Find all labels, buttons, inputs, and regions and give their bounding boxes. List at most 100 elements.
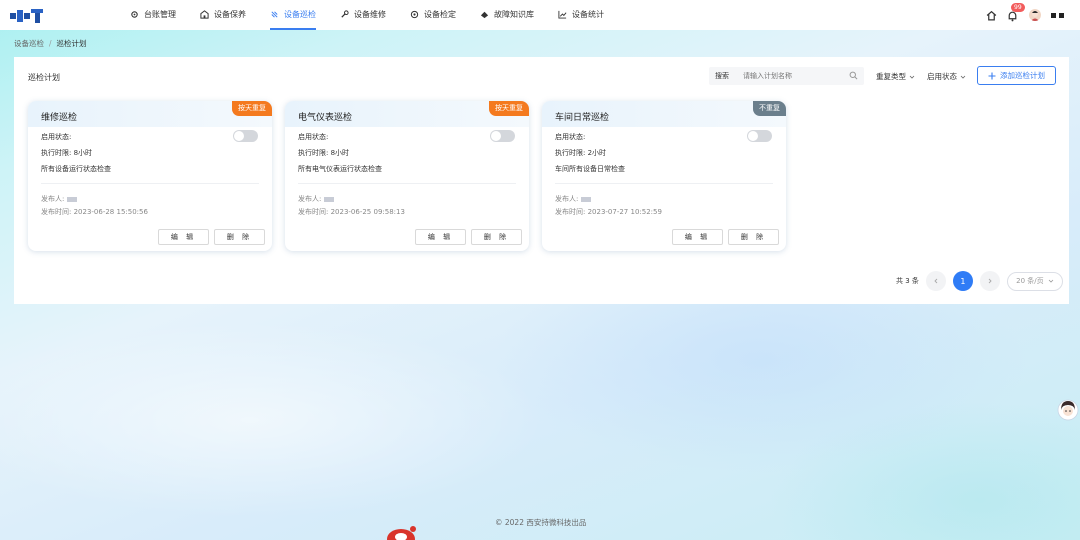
- repeat-tag: 不重复: [753, 101, 786, 116]
- edit-button[interactable]: 编 辑: [672, 229, 723, 245]
- patrol-plan-card: 车间日常巡检 不重复 启用状态: 执行时限: 2小时 车间所有设备日常检查 发布…: [542, 101, 786, 251]
- main-menu: 台账管理 设备保养 设备巡检 设备维修 设备检定 故障知识库 设备统计: [130, 0, 628, 30]
- nav-label: 设备维修: [354, 9, 386, 19]
- search-box: 搜索: [709, 67, 864, 85]
- pagination: 共 3 条 1 20 条/页: [896, 271, 1063, 291]
- delete-button[interactable]: 删 除: [728, 229, 779, 245]
- status-filter[interactable]: 启用状态: [927, 71, 966, 82]
- total-count: 共 3 条: [896, 277, 919, 285]
- user-name-redacted[interactable]: [1051, 12, 1064, 18]
- publisher-label: 发布人:: [298, 195, 322, 203]
- status-filter-label: 启用状态: [927, 72, 957, 81]
- nav-item-ledger[interactable]: 台账管理: [130, 0, 176, 30]
- nav-item-fault-knowledge[interactable]: 故障知识库: [480, 0, 534, 30]
- page-size-select[interactable]: 20 条/页: [1006, 271, 1063, 291]
- repeat-type-filter[interactable]: 重复类型: [876, 71, 915, 82]
- publish-time: 发布时间: 2023-07-27 10:52:59: [555, 208, 662, 216]
- nav-item-repair[interactable]: 设备维修: [340, 0, 386, 30]
- delete-button[interactable]: 删 除: [471, 229, 522, 245]
- plus-icon: [988, 72, 996, 79]
- mascot-icon: [387, 526, 416, 540]
- publisher-name-redacted: [324, 196, 335, 202]
- assistant-avatar-icon[interactable]: [1057, 398, 1079, 422]
- chart-icon: [558, 10, 567, 19]
- status-label: 启用状态:: [41, 133, 72, 141]
- card-header: 维修巡检 按天重复: [28, 101, 272, 127]
- wrench-icon: [341, 9, 349, 18]
- time-limit: 执行时限: 2小时: [555, 149, 607, 157]
- background-decoration: [0, 300, 1080, 540]
- publish-time: 发布时间: 2023-06-25 09:58:13: [298, 208, 405, 216]
- time-limit: 执行时限: 8小时: [298, 149, 350, 157]
- card-header: 电气仪表巡检 按天重复: [285, 101, 529, 127]
- patrol-icon: [271, 10, 278, 18]
- patrol-plan-card: 电气仪表巡检 按天重复 启用状态: 执行时限: 8小时 所有电气仪表运行状态检查…: [285, 101, 529, 251]
- nav-label: 设备巡检: [284, 9, 316, 19]
- publisher-label: 发布人:: [555, 195, 579, 203]
- time-limit: 执行时限: 8小时: [41, 149, 93, 157]
- chevron-left-icon: [934, 278, 938, 284]
- search-label: 搜索: [715, 72, 729, 80]
- knowledge-icon: [480, 11, 489, 18]
- add-patrol-plan-button[interactable]: 添加巡检计划: [977, 66, 1056, 85]
- card-title: 电气仪表巡检: [298, 113, 353, 123]
- edit-button[interactable]: 编 辑: [158, 229, 209, 245]
- gear-icon: [131, 10, 138, 18]
- footer-copyright: © 2022 西安持微科技出品: [495, 518, 587, 527]
- nav-item-patrol[interactable]: 设备巡检: [270, 0, 316, 30]
- chevron-down-icon: [960, 75, 966, 79]
- publisher-name-redacted: [581, 196, 592, 202]
- status-label: 启用状态:: [298, 133, 329, 141]
- card-title: 车间日常巡检: [555, 113, 610, 123]
- next-page-button[interactable]: [979, 271, 1000, 291]
- card-divider: [41, 183, 259, 184]
- notification-badge: 99: [1011, 3, 1025, 12]
- repeat-type-label: 重复类型: [876, 72, 906, 81]
- enable-toggle[interactable]: [490, 130, 515, 142]
- card-divider: [555, 183, 773, 184]
- publisher: 发布人:: [298, 194, 335, 204]
- page-number-button[interactable]: 1: [952, 271, 973, 291]
- nav-item-maintenance[interactable]: 设备保养: [200, 0, 246, 30]
- building-icon: [200, 9, 209, 19]
- add-button-label: 添加巡检计划: [1000, 71, 1045, 80]
- publish-time: 发布时间: 2023-06-28 15:50:56: [41, 208, 148, 216]
- publisher-name-redacted: [67, 196, 78, 202]
- company-logo: [10, 9, 43, 23]
- prev-page-button[interactable]: [925, 271, 946, 291]
- publisher: 发布人:: [41, 194, 78, 204]
- breadcrumb: 设备巡检 / 巡检计划: [14, 38, 87, 49]
- nav-label: 台账管理: [144, 9, 176, 19]
- chevron-down-icon: [1048, 279, 1053, 283]
- chevron-right-icon: [988, 278, 992, 284]
- home-icon[interactable]: [986, 10, 997, 21]
- search-input[interactable]: [743, 72, 843, 80]
- nav-label: 故障知识库: [494, 9, 534, 19]
- breadcrumb-parent[interactable]: 设备巡检: [14, 39, 44, 48]
- enable-toggle[interactable]: [747, 130, 772, 142]
- notification-button[interactable]: 99: [1007, 3, 1025, 22]
- nav-item-calibration[interactable]: 设备检定: [410, 0, 456, 30]
- nav-label: 设备统计: [572, 9, 604, 19]
- breadcrumb-current: 巡检计划: [56, 39, 87, 48]
- user-avatar[interactable]: [1029, 9, 1041, 21]
- top-navigation-bar: 台账管理 设备保养 设备巡检 设备维修 设备检定 故障知识库 设备统计 99: [0, 0, 1080, 30]
- search-icon[interactable]: [849, 71, 858, 80]
- plan-description: 所有设备运行状态检查: [41, 165, 111, 173]
- patrol-plan-panel: 巡检计划 搜索 重复类型 启用状态 添加巡检计划 维修巡检 按天重复 启用状态:…: [14, 57, 1069, 304]
- avatar-icon: [1031, 11, 1039, 21]
- repeat-tag: 按天重复: [489, 101, 529, 116]
- nav-label: 设备检定: [424, 9, 456, 19]
- enable-toggle[interactable]: [233, 130, 258, 142]
- user-toolbar: 99: [986, 3, 1064, 23]
- nav-item-statistics[interactable]: 设备统计: [558, 0, 604, 30]
- plan-description: 车间所有设备日常检查: [555, 165, 625, 173]
- repeat-tag: 按天重复: [232, 101, 272, 116]
- publisher: 发布人:: [555, 194, 592, 204]
- nav-label: 设备保养: [214, 9, 246, 19]
- edit-button[interactable]: 编 辑: [415, 229, 466, 245]
- plan-description: 所有电气仪表运行状态检查: [298, 165, 382, 173]
- chevron-down-icon: [909, 75, 915, 79]
- delete-button[interactable]: 删 除: [214, 229, 265, 245]
- target-icon: [410, 10, 419, 18]
